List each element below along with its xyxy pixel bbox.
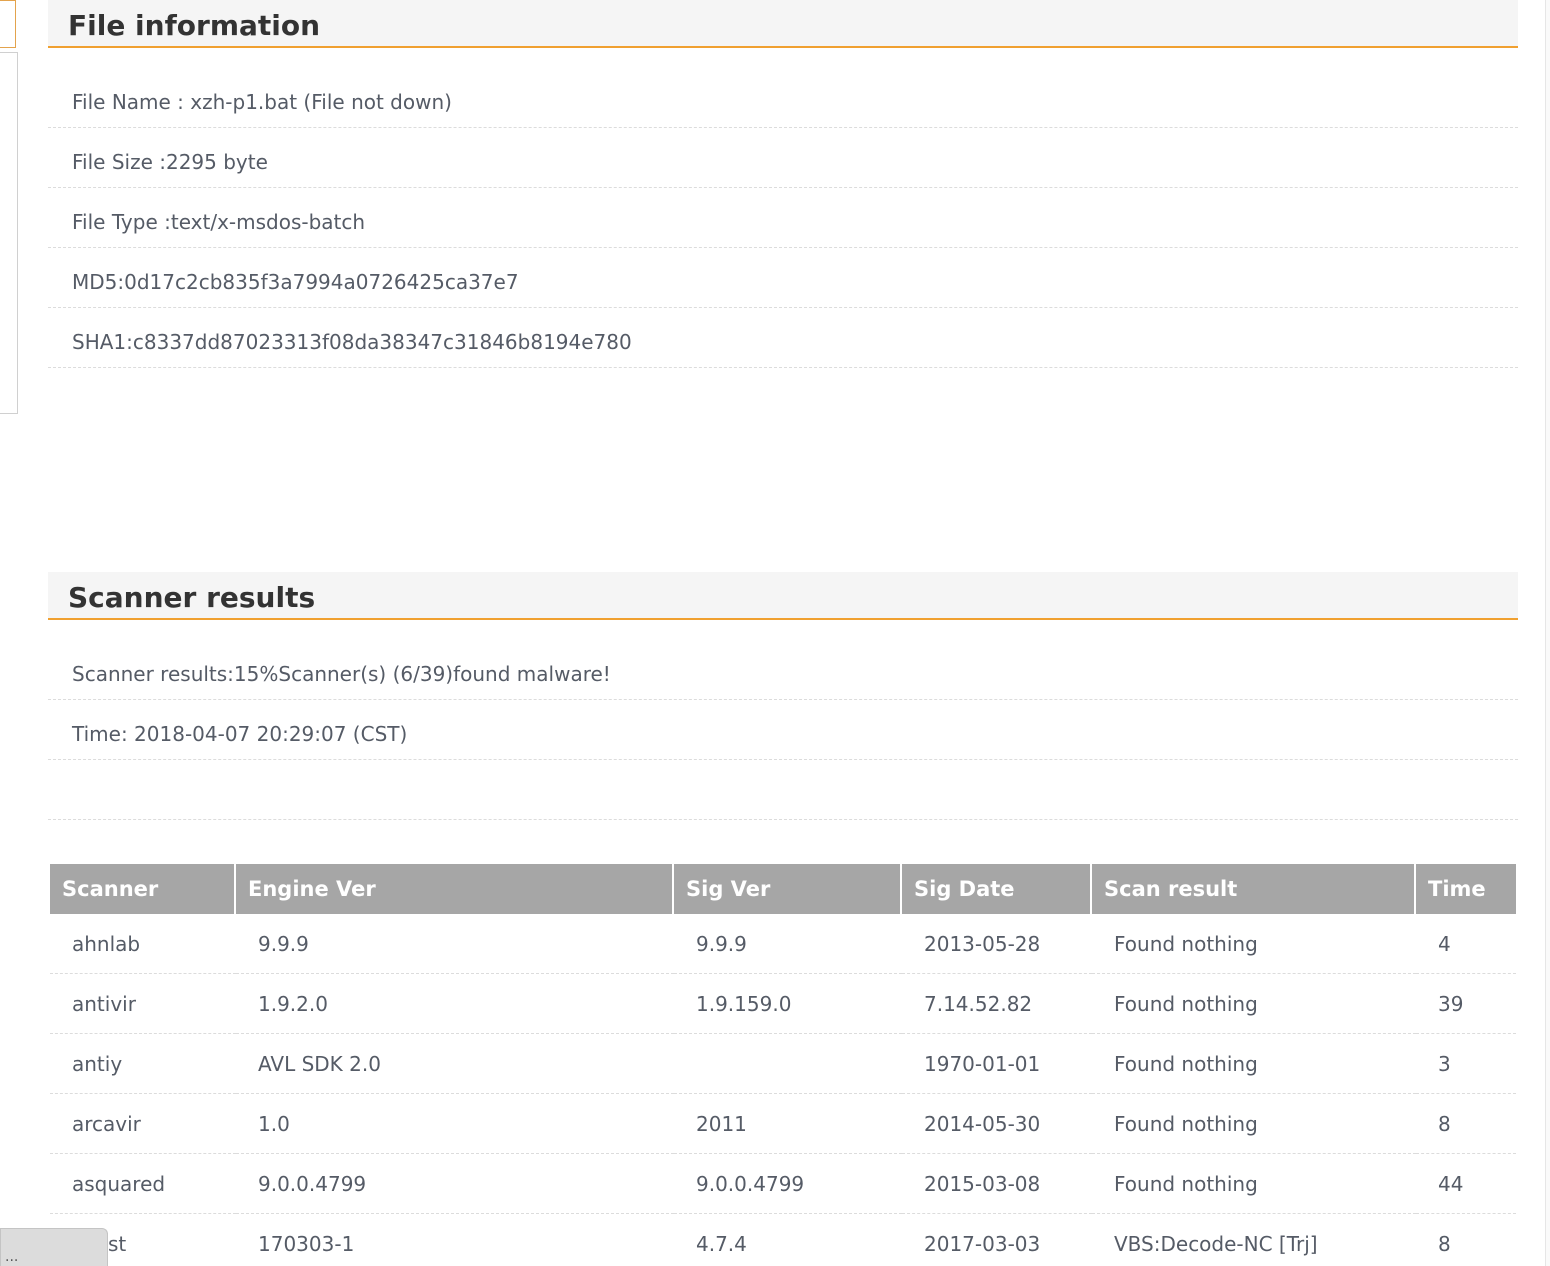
status-bar-text: ...	[5, 1249, 19, 1265]
scanner-cell: antivir	[50, 974, 236, 1034]
sha1-row: SHA1:c8337dd87023313f08da38347c31846b819…	[48, 308, 1518, 368]
engine-ver-cell: 9.9.9	[236, 914, 674, 974]
table-row: ahnlab 9.9.9 9.9.9 2013-05-28 Found noth…	[50, 914, 1516, 974]
engine-ver-cell: 170303-1	[236, 1214, 674, 1266]
column-header-time[interactable]: Time	[1416, 864, 1516, 914]
table-row: arcavir 1.0 2011 2014-05-30 Found nothin…	[50, 1094, 1516, 1154]
md5-row: MD5:0d17c2cb835f3a7994a0726425ca37e7	[48, 248, 1518, 308]
sig-date-cell: 1970-01-01	[902, 1034, 1092, 1094]
scanner-summary-row: Scanner results:15%Scanner(s) (6/39)foun…	[48, 640, 1518, 700]
time-cell: 8	[1416, 1094, 1516, 1154]
scanner-cell: asquared	[50, 1154, 236, 1214]
sidebar-panel	[0, 52, 18, 414]
scanner-cell: ahnlab	[50, 914, 236, 974]
engine-ver-cell: AVL SDK 2.0	[236, 1034, 674, 1094]
table-row: asquared 9.0.0.4799 9.0.0.4799 2015-03-0…	[50, 1154, 1516, 1214]
scan-result-cell: Found nothing	[1092, 914, 1416, 974]
file-name-text: File Name : xzh-p1.bat (File not down)	[72, 90, 452, 114]
scan-result-cell: Found nothing	[1092, 1034, 1416, 1094]
section-title: Scanner results	[68, 581, 316, 614]
file-type-row: File Type :text/x-msdos-batch	[48, 188, 1518, 248]
time-cell: 8	[1416, 1214, 1516, 1266]
scan-time-text: Time: 2018-04-07 20:29:07 (CST)	[72, 722, 408, 746]
md5-text: MD5:0d17c2cb835f3a7994a0726425ca37e7	[72, 270, 519, 294]
sig-ver-cell: 9.0.0.4799	[674, 1154, 902, 1214]
scanner-summary-text: Scanner results:15%Scanner(s) (6/39)foun…	[72, 662, 611, 686]
scanner-results-table: Scanner Engine Ver Sig Ver Sig Date Scan…	[50, 864, 1516, 1266]
table-header-row: Scanner Engine Ver Sig Ver Sig Date Scan…	[50, 864, 1516, 914]
sidebar-tab[interactable]	[0, 0, 16, 48]
sig-date-cell: 2014-05-30	[902, 1094, 1092, 1154]
table-row: st 170303-1 4.7.4 2017-03-03 VBS:Decode-…	[50, 1214, 1516, 1266]
engine-ver-cell: 1.0	[236, 1094, 674, 1154]
scan-time-row: Time: 2018-04-07 20:29:07 (CST)	[48, 700, 1518, 760]
column-header-scanner[interactable]: Scanner	[50, 864, 236, 914]
file-information-header: File information	[48, 0, 1518, 48]
vertical-scrollbar[interactable]	[1545, 0, 1550, 1266]
column-header-sig-date[interactable]: Sig Date	[902, 864, 1092, 914]
scanner-cell: arcavir	[50, 1094, 236, 1154]
file-type-text: File Type :text/x-msdos-batch	[72, 210, 366, 234]
column-header-scan-result[interactable]: Scan result	[1092, 864, 1416, 914]
file-size-text: File Size :2295 byte	[72, 150, 268, 174]
sig-ver-cell: 1.9.159.0	[674, 974, 902, 1034]
engine-ver-cell: 9.0.0.4799	[236, 1154, 674, 1214]
engine-ver-cell: 1.9.2.0	[236, 974, 674, 1034]
scan-result-cell: Found nothing	[1092, 974, 1416, 1034]
column-header-sig-ver[interactable]: Sig Ver	[674, 864, 902, 914]
sig-ver-cell: 9.9.9	[674, 914, 902, 974]
sig-ver-cell	[674, 1034, 902, 1094]
scanner-results-header: Scanner results	[48, 572, 1518, 620]
sig-date-cell: 2015-03-08	[902, 1154, 1092, 1214]
file-name-row: File Name : xzh-p1.bat (File not down)	[48, 68, 1518, 128]
page: File information File Name : xzh-p1.bat …	[0, 0, 1550, 1266]
status-bar-bubble: ...	[0, 1228, 108, 1266]
time-cell: 3	[1416, 1034, 1516, 1094]
file-size-row: File Size :2295 byte	[48, 128, 1518, 188]
scan-result-cell: Found nothing	[1092, 1154, 1416, 1214]
sha1-text: SHA1:c8337dd87023313f08da38347c31846b819…	[72, 330, 632, 354]
scan-result-cell: Found nothing	[1092, 1094, 1416, 1154]
sig-date-cell: 2013-05-28	[902, 914, 1092, 974]
column-header-engine-ver[interactable]: Engine Ver	[236, 864, 674, 914]
spacer-row	[48, 760, 1518, 820]
table-row: antiy AVL SDK 2.0 1970-01-01 Found nothi…	[50, 1034, 1516, 1094]
sig-date-cell: 2017-03-03	[902, 1214, 1092, 1266]
section-title: File information	[68, 9, 321, 42]
sig-ver-cell: 4.7.4	[674, 1214, 902, 1266]
table-row: antivir 1.9.2.0 1.9.159.0 7.14.52.82 Fou…	[50, 974, 1516, 1034]
sig-date-cell: 7.14.52.82	[902, 974, 1092, 1034]
time-cell: 44	[1416, 1154, 1516, 1214]
time-cell: 4	[1416, 914, 1516, 974]
scanner-cell: antiy	[50, 1034, 236, 1094]
sig-ver-cell: 2011	[674, 1094, 902, 1154]
time-cell: 39	[1416, 974, 1516, 1034]
scan-result-cell: VBS:Decode-NC [Trj]	[1092, 1214, 1416, 1266]
